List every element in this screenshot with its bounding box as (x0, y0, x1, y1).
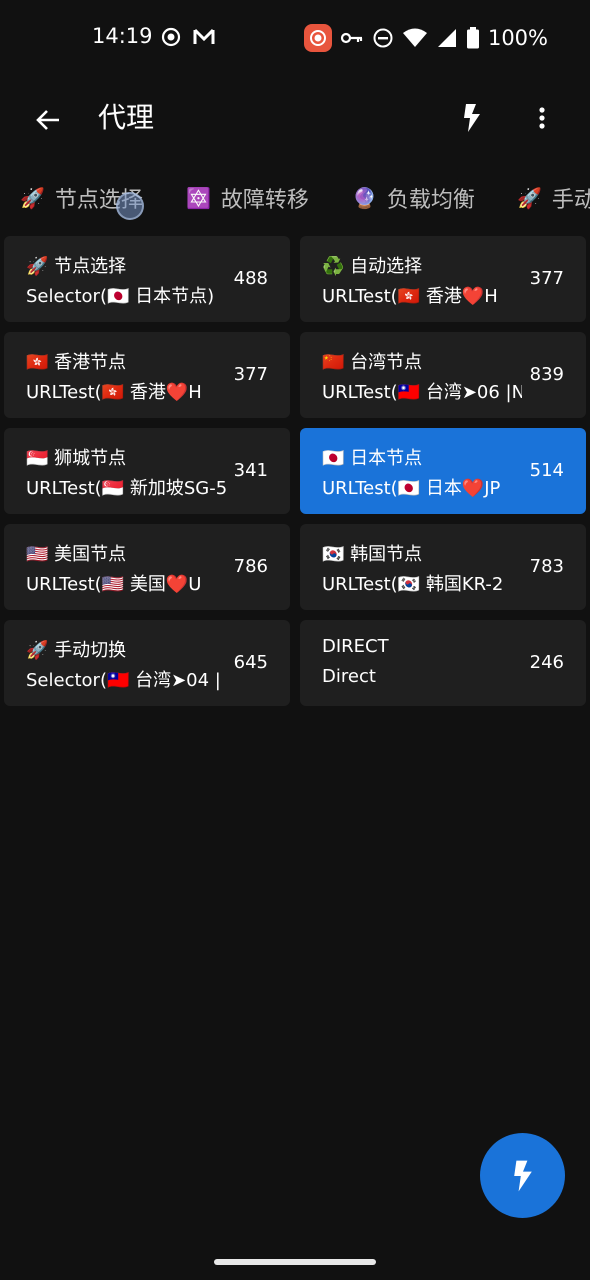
group-name: 🇨🇳 台湾节点 (322, 352, 423, 373)
group-name: 🇺🇸 美国节点 (26, 544, 127, 565)
group-card-direct[interactable]: DIRECT Direct 246 (300, 620, 586, 706)
group-card-node-select[interactable]: 🚀 节点选择 Selector(🇯🇵 日本节点) 488 (4, 236, 290, 322)
group-card-singapore[interactable]: 🇸🇬 狮城节点 URLTest(🇸🇬 新加坡SG-5 341 (4, 428, 290, 514)
mail-icon (193, 28, 215, 44)
group-card-auto-select[interactable]: ♻️ 自动选择 URLTest(🇭🇰 香港❤️H 377 (300, 236, 586, 322)
group-count: 783 (529, 556, 564, 577)
status-notification-icons (160, 26, 216, 48)
group-subtitle: URLTest(🇰🇷 韩国KR-2 (322, 574, 504, 595)
group-name: 🚀 节点选择 (26, 256, 127, 277)
group-name: ♻️ 自动选择 (322, 256, 423, 277)
group-subtitle: Direct (322, 666, 376, 687)
group-name: 🇭🇰 香港节点 (26, 352, 127, 373)
app-bar: 代理 (0, 78, 590, 158)
group-subtitle: Selector(🇹🇼 台湾➤04 | (26, 670, 221, 691)
radio-icon (161, 27, 181, 47)
bolt-icon (513, 1160, 532, 1191)
wifi-icon (402, 28, 427, 47)
group-subtitle: URLTest(🇹🇼 台湾➤06 |N (322, 382, 522, 403)
group-subtitle: Selector(🇯🇵 日本节点) (26, 286, 215, 307)
group-count: 246 (529, 652, 564, 673)
page-title: 代理 (98, 101, 155, 134)
touch-indicator (116, 192, 144, 220)
tab-failover[interactable]: 🔯 故障转移 (186, 182, 309, 214)
group-count: 645 (233, 652, 268, 673)
more-vert-icon (539, 107, 545, 129)
status-bar: 14:19 100% (0, 0, 590, 78)
group-subtitle: URLTest(🇸🇬 新加坡SG-5 (26, 478, 226, 499)
tab-label: 手动 (551, 188, 590, 213)
home-indicator[interactable] (214, 1259, 376, 1265)
group-count: 341 (233, 460, 268, 481)
status-system-icons: 100% (303, 24, 548, 52)
group-count: 839 (529, 364, 564, 385)
group-count: 377 (233, 364, 268, 385)
group-subtitle: URLTest(🇯🇵 日本❤️JP (322, 478, 501, 499)
group-card-korea[interactable]: 🇰🇷 韩国节点 URLTest(🇰🇷 韩国KR-2 783 (300, 524, 586, 610)
battery-icon (466, 27, 479, 49)
group-count: 786 (233, 556, 268, 577)
signal-icon (437, 29, 456, 47)
group-name: 🇰🇷 韩国节点 (322, 544, 423, 565)
arrow-back-icon (36, 110, 59, 130)
tab-label: 负载均衡 (386, 188, 475, 213)
fab-test-button[interactable] (480, 1133, 565, 1218)
group-card-taiwan[interactable]: 🇨🇳 台湾节点 URLTest(🇹🇼 台湾➤06 |N 839 (300, 332, 586, 418)
test-delay-button[interactable] (452, 98, 492, 138)
screen-record-icon (303, 24, 332, 52)
group-name: DIRECT (322, 636, 389, 657)
group-card-hongkong[interactable]: 🇭🇰 香港节点 URLTest(🇭🇰 香港❤️H 377 (4, 332, 290, 418)
tab-manual[interactable]: 🚀 手动 (517, 182, 590, 214)
group-subtitle: URLTest(🇭🇰 香港❤️H (322, 286, 498, 307)
group-card-usa[interactable]: 🇺🇸 美国节点 URLTest(🇺🇸 美国❤️U 786 (4, 524, 290, 610)
group-name: 🇯🇵 日本节点 (322, 448, 423, 469)
group-subtitle: URLTest(🇺🇸 美国❤️U (26, 574, 202, 595)
tab-emoji: 🔯 (186, 186, 211, 210)
vpn-key-icon (340, 32, 363, 44)
group-subtitle: URLTest(🇭🇰 香港❤️H (26, 382, 202, 403)
tab-emoji: 🚀 (20, 186, 45, 210)
tab-label: 故障转移 (220, 188, 309, 213)
battery-percent: 100% (487, 26, 548, 50)
tab-emoji: 🔮 (352, 186, 377, 210)
tab-emoji: 🚀 (517, 186, 542, 210)
dnd-icon (373, 28, 393, 48)
more-options-button[interactable] (522, 98, 562, 138)
status-time: 14:19 (92, 24, 153, 48)
group-card-manual-switch[interactable]: 🚀 手动切换 Selector(🇹🇼 台湾➤04 | 645 (4, 620, 290, 706)
group-name: 🚀 手动切换 (26, 640, 127, 661)
group-name: 🇸🇬 狮城节点 (26, 448, 127, 469)
tab-load-balance[interactable]: 🔮 负载均衡 (352, 182, 475, 214)
bolt-icon (464, 104, 480, 132)
group-count: 514 (529, 460, 564, 481)
group-card-japan[interactable]: 🇯🇵 日本节点 URLTest(🇯🇵 日本❤️JP 514 (300, 428, 586, 514)
back-button[interactable] (28, 100, 68, 140)
group-tabs: 🚀 节点选择 🔯 故障转移 🔮 负载均衡 🚀 手动 (0, 176, 590, 220)
group-count: 488 (233, 268, 268, 289)
group-count: 377 (529, 268, 564, 289)
